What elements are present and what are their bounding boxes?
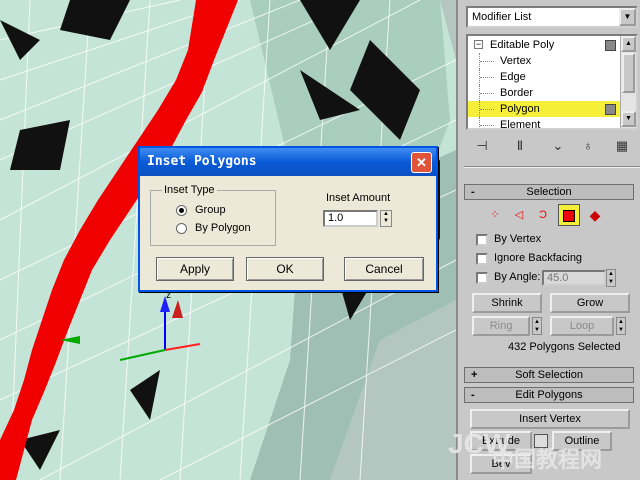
divider [464, 166, 640, 168]
command-panel: Modifier List ▼ − Editable Poly Vertex E… [456, 0, 640, 480]
apply-button[interactable]: Apply [156, 257, 234, 281]
dialog-titlebar[interactable]: Inset Polygons ✕ [140, 148, 436, 176]
stack-item-label: Vertex [500, 55, 532, 67]
close-icon: ✕ [416, 155, 427, 170]
configure-modifier-sets-icon[interactable]: ▦ [612, 136, 632, 156]
show-end-result-icon[interactable]: Ⅱ [510, 136, 530, 156]
edge-subobject-icon[interactable]: ◁ [508, 204, 530, 226]
modifier-stack[interactable]: − Editable Poly Vertex Edge Border Polyg… [466, 34, 638, 130]
collapse-icon[interactable]: − [474, 40, 483, 49]
ring-button[interactable]: Ring [472, 316, 530, 336]
edit-polygons-rollout-header[interactable]: - Edit Polygons [464, 387, 634, 403]
rollout-collapse-icon: - [471, 186, 475, 198]
stack-item-vertex[interactable]: Vertex [468, 53, 620, 69]
rollout-collapse-icon: - [471, 389, 475, 401]
stack-item-toggle-icon[interactable] [605, 104, 616, 115]
stack-item-editable-poly[interactable]: − Editable Poly [468, 37, 620, 53]
tree-line-icon [479, 69, 495, 85]
stack-item-element[interactable]: Element [468, 117, 620, 130]
rollout-expand-icon: + [471, 369, 478, 381]
angle-input[interactable]: 45.0 [542, 270, 606, 286]
scroll-up-icon[interactable]: ▲ [621, 36, 636, 52]
chevron-down-icon[interactable]: ▼ [619, 8, 636, 26]
rollout-title: Soft Selection [515, 369, 583, 381]
polygon-subobject-icon[interactable] [558, 204, 580, 226]
radio-by-polygon[interactable] [176, 223, 187, 234]
by-vertex-label: By Vertex [494, 233, 542, 245]
radio-group-label: Group [195, 204, 226, 216]
element-subobject-icon[interactable]: ◆ [584, 204, 606, 226]
tree-line-icon [479, 117, 495, 128]
selection-status: 432 Polygons Selected [508, 341, 621, 353]
scroll-thumb[interactable] [622, 53, 635, 93]
stack-item-label: Border [500, 87, 534, 99]
dialog-title: Inset Polygons [147, 154, 257, 169]
radio-by-polygon-label: By Polygon [195, 222, 251, 234]
vertex-subobject-icon[interactable]: ⁘ [484, 204, 506, 226]
soft-selection-rollout-header[interactable]: + Soft Selection [464, 367, 634, 383]
by-vertex-checkbox[interactable] [476, 234, 488, 246]
stack-item-label: Edge [500, 71, 526, 83]
close-button[interactable]: ✕ [411, 152, 432, 173]
make-unique-icon[interactable]: ⌄ [548, 136, 568, 156]
insert-vertex-button[interactable]: Insert Vertex [470, 409, 630, 429]
stack-item-toggle-icon[interactable] [605, 40, 616, 51]
inset-type-label: Inset Type [162, 184, 217, 196]
ignore-backfacing-checkbox[interactable] [476, 253, 488, 265]
rollout-title: Selection [526, 186, 572, 198]
modifier-list-dropdown[interactable]: Modifier List ▼ [466, 6, 638, 28]
ignore-backfacing-label: Ignore Backfacing [494, 252, 583, 264]
tree-line-icon [479, 101, 495, 117]
watermark-logo: JCW 中国教程网 [448, 428, 640, 480]
modifier-list-label: Modifier List [472, 11, 532, 23]
inset-type-group [150, 190, 276, 246]
watermark-subtext: 中国教程网 [492, 447, 603, 472]
angle-spinner[interactable]: ▲ ▼ [606, 269, 616, 287]
border-subobject-icon[interactable]: Ɔ [532, 204, 554, 226]
inset-amount-label: Inset Amount [326, 192, 391, 204]
stack-toolbar: ⊣ Ⅱ ⌄ ♁ ▦ [466, 136, 638, 158]
ring-spinner[interactable]: ▲ ▼ [532, 317, 542, 335]
inset-polygons-dialog: Inset Polygons ✕ Inset Type Group By Pol… [138, 146, 438, 292]
shrink-button[interactable]: Shrink [472, 293, 542, 313]
stack-item-label: Polygon [500, 103, 540, 115]
rollout-title: Edit Polygons [515, 389, 583, 401]
remove-modifier-icon[interactable]: ♁ [578, 136, 598, 156]
inset-amount-spinner[interactable]: ▲ ▼ [380, 210, 392, 227]
stack-item-border[interactable]: Border [468, 85, 620, 101]
stack-scrollbar[interactable]: ▲ ▼ [620, 36, 636, 128]
pin-stack-icon[interactable]: ⊣ [472, 136, 492, 156]
loop-spinner[interactable]: ▲ ▼ [616, 317, 626, 335]
stack-item-edge[interactable]: Edge [468, 69, 620, 85]
by-angle-label: By Angle: [494, 271, 541, 283]
by-angle-checkbox[interactable] [476, 272, 488, 284]
scroll-down-icon[interactable]: ▼ [621, 111, 636, 127]
inset-amount-input[interactable]: 1.0 [323, 210, 378, 227]
ok-button[interactable]: OK [246, 257, 324, 281]
selection-rollout-header[interactable]: - Selection [464, 184, 634, 200]
stack-item-label: Element [500, 119, 541, 130]
cancel-button[interactable]: Cancel [344, 257, 424, 281]
grow-button[interactable]: Grow [550, 293, 630, 313]
loop-button[interactable]: Loop [550, 316, 614, 336]
tree-line-icon [479, 53, 495, 69]
stack-item-label: Editable Poly [490, 39, 555, 51]
radio-group[interactable] [176, 205, 187, 216]
stack-item-polygon[interactable]: Polygon [468, 101, 620, 117]
tree-line-icon [479, 85, 495, 101]
